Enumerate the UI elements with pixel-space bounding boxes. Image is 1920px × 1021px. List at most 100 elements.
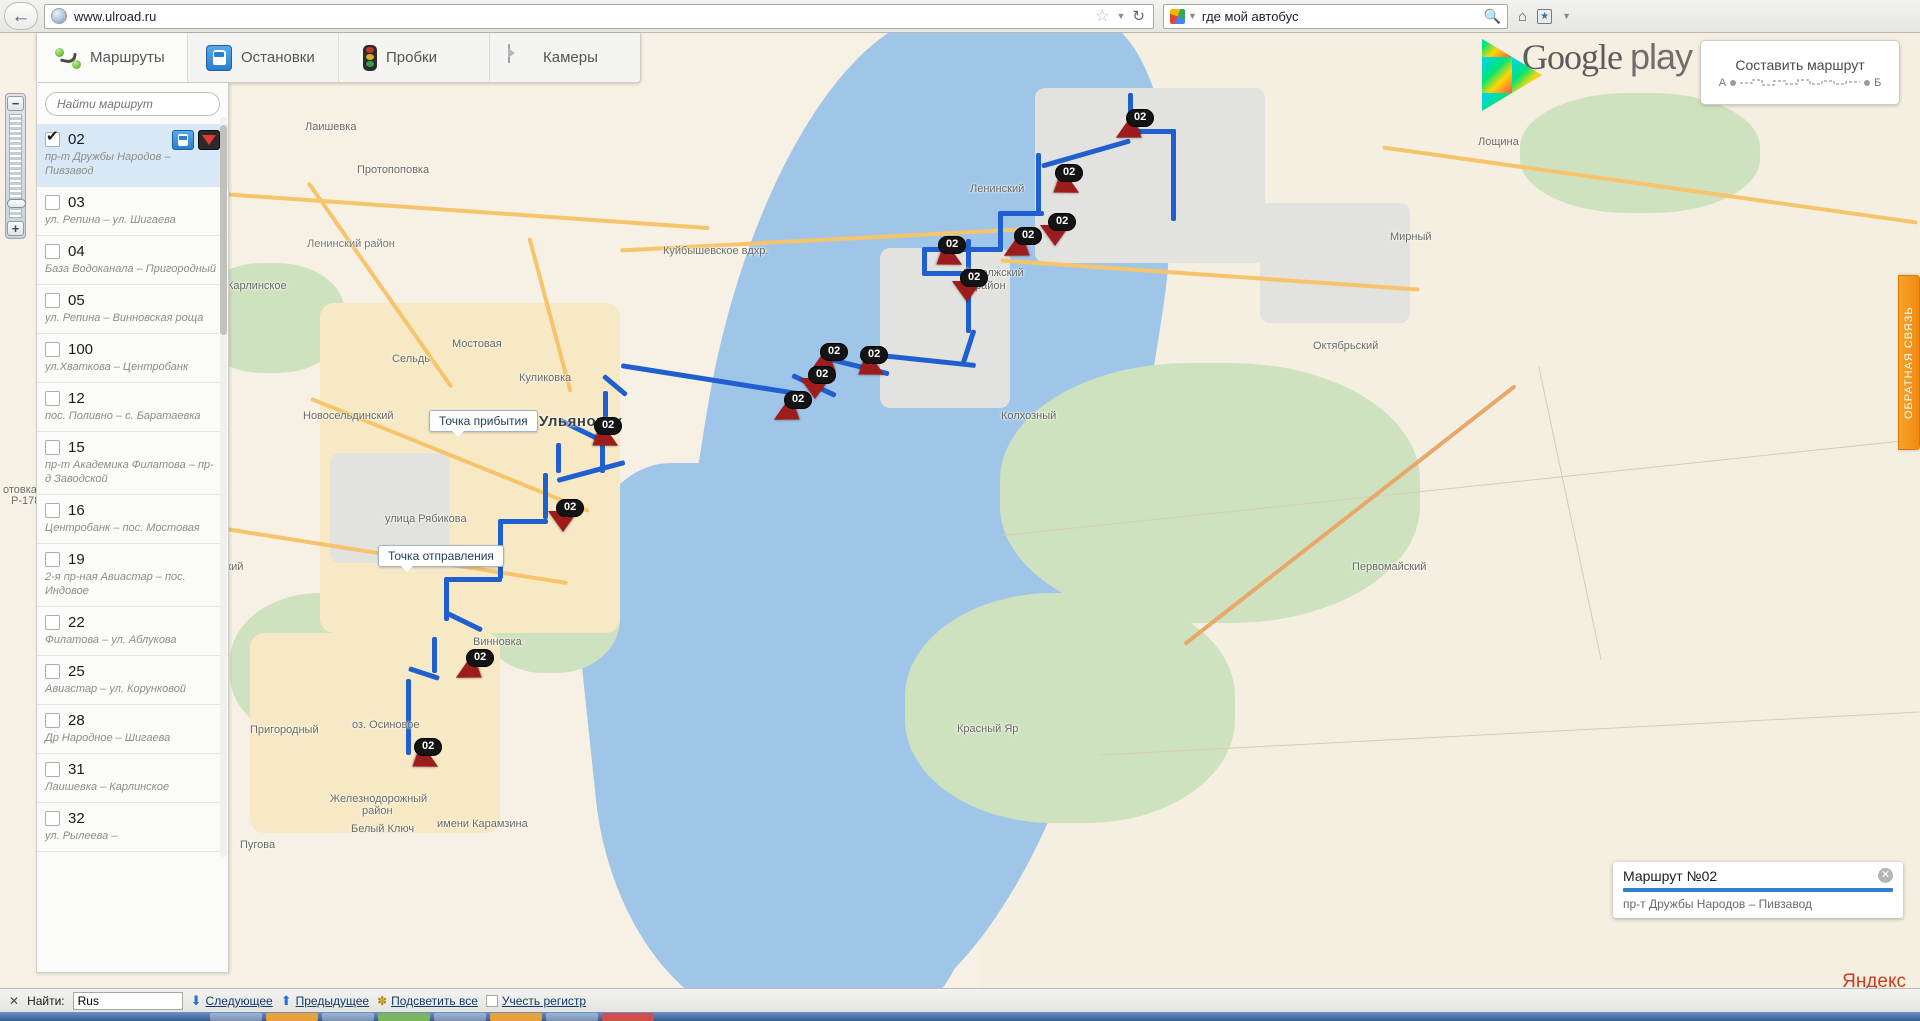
route-checkbox-03[interactable]: [45, 195, 60, 210]
route-checkbox-16[interactable]: [45, 503, 60, 518]
taskbar-item[interactable]: [266, 1012, 318, 1021]
google-play-word1: Google: [1522, 37, 1623, 77]
back-button[interactable]: ←: [4, 2, 38, 30]
zoom-out-button[interactable]: −: [7, 96, 24, 111]
route-list-item-12[interactable]: 12 пос. Поливно – с. Баратаевка: [37, 383, 228, 432]
main-nav-tabs: Маршруты Остановки Пробки Камеры: [36, 33, 641, 83]
bus-number-badge: 02: [1014, 227, 1043, 245]
route-number: 16: [68, 502, 85, 519]
match-case-checkbox[interactable]: Учесть регистр: [485, 994, 586, 1008]
address-bar[interactable]: www.ulroad.ru ☆ ▼ ↻: [44, 3, 1154, 29]
route-description: Лаишевка – Карлинское: [45, 781, 170, 793]
bookmarks-icon[interactable]: ★: [1537, 8, 1553, 24]
route-info-title: Маршрут №02: [1623, 868, 1718, 884]
find-close-icon[interactable]: ✕: [9, 994, 19, 1008]
map-label: Сельдь: [392, 353, 430, 365]
find-next-button[interactable]: ⬇ Следующее: [191, 993, 273, 1009]
route-list-item-03[interactable]: 03 ул. Репина – ул. Шигаева: [37, 187, 228, 236]
taskbar-item[interactable]: [546, 1012, 598, 1021]
map-canvas[interactable]: Лаишевка Протопоповка Ленинский район Ленин…: [0, 33, 1920, 988]
map-zoom-control[interactable]: − +: [5, 93, 26, 239]
taskbar: [0, 1012, 1920, 1021]
tab-cameras[interactable]: Камеры: [490, 33, 640, 82]
taskbar-item[interactable]: [434, 1012, 486, 1021]
find-next-label: Следующее: [205, 993, 273, 1008]
google-play-badge[interactable]: Google play: [1482, 36, 1693, 78]
map-label: Карлинское: [227, 280, 287, 292]
bus-number-badge: 02: [1055, 164, 1084, 182]
route-checkbox-25[interactable]: [45, 664, 60, 679]
map-label: Винновка: [473, 636, 522, 648]
route-checkbox-28[interactable]: [45, 713, 60, 728]
sidebar-scrollbar[interactable]: [220, 117, 227, 857]
tab-stops[interactable]: Остановки: [188, 33, 339, 82]
route-number: 05: [68, 292, 85, 309]
google-play-icon: [1482, 39, 1512, 75]
route-list-item-28[interactable]: 28 Др Народное – Шигаева: [37, 705, 228, 754]
map-label: Ленинский: [970, 183, 1025, 195]
browser-window: ← www.ulroad.ru ☆ ▼ ↻ ▼ где мой автобус …: [0, 0, 1920, 1021]
route-checkbox-19[interactable]: [45, 552, 60, 567]
reload-icon[interactable]: ↻: [1132, 7, 1145, 25]
bus-number-badge: 02: [1126, 109, 1155, 127]
zoom-in-button[interactable]: +: [7, 221, 24, 236]
find-previous-button[interactable]: ⬆ Предыдущее: [281, 993, 369, 1009]
route-list-item-25[interactable]: 25 Авиастар – ул. Корунковой: [37, 656, 228, 705]
route-list-item-31[interactable]: 31 Лаишевка – Карлинское: [37, 754, 228, 803]
route-checkbox-32[interactable]: [45, 811, 60, 826]
taskbar-item[interactable]: [322, 1012, 374, 1021]
bookmarks-chevron-icon[interactable]: ▼: [1562, 11, 1571, 21]
build-route-panel[interactable]: Составить маршрут А Б: [1700, 40, 1900, 105]
route-checkbox-05[interactable]: [45, 293, 60, 308]
bus-icon[interactable]: [172, 130, 194, 150]
route-list-item-04[interactable]: 04 База Водоканала – Пригородный: [37, 236, 228, 285]
route-dash-icon: [1740, 79, 1861, 86]
route-list-item-02[interactable]: 02 пр-т Дружбы Народов – Пивзавод: [37, 124, 228, 187]
route-list-item-22[interactable]: 22 Филатова – ул. Аблукова: [37, 607, 228, 656]
map-green-area: [905, 593, 1235, 823]
browser-search-box[interactable]: ▼ где мой автобус 🔍: [1163, 3, 1508, 29]
highlight-all-button[interactable]: ✽ Подсветить все: [377, 994, 478, 1008]
star-icon[interactable]: ☆: [1095, 6, 1109, 26]
route-checkbox-02[interactable]: [45, 129, 60, 147]
sidebar-scrollbar-thumb[interactable]: [220, 125, 227, 335]
taskbar-item[interactable]: [602, 1012, 654, 1021]
route-number: 19: [68, 551, 85, 568]
bus-number-badge: 02: [784, 391, 813, 409]
map-label: Пригородный: [250, 724, 319, 736]
home-icon[interactable]: ⌂: [1518, 8, 1527, 25]
route-list-item-19[interactable]: 19 2-я пр-ная Авиастар – пос. Индовое: [37, 544, 228, 607]
route-list-item-05[interactable]: 05 ул. Репина – Винновская роща: [37, 285, 228, 334]
route-list-item-16[interactable]: 16 Центробанк – пос. Мостовая: [37, 495, 228, 544]
taskbar-item[interactable]: [210, 1012, 262, 1021]
route-list-item-15[interactable]: 15 пр-т Академика Филатова – пр-д Заводск…: [37, 432, 228, 495]
route-list-item-100[interactable]: 100 ул.Хваткова – Центробанк: [37, 334, 228, 383]
search-engine-chevron-icon[interactable]: ▼: [1188, 11, 1197, 21]
route-description: пр-т Дружбы Народов – Пивзавод: [45, 151, 171, 177]
route-checkbox-100[interactable]: [45, 342, 60, 357]
route-search-input[interactable]: [45, 92, 220, 116]
filter-icon[interactable]: [198, 130, 220, 150]
zoom-slider-handle[interactable]: [7, 199, 26, 208]
route-list[interactable]: 02 пр-т Дружбы Народов – Пивзавод 03 ул. Ре…: [37, 124, 228, 972]
tab-traffic[interactable]: Пробки: [339, 33, 490, 82]
feedback-tab[interactable]: ОБРАТНАЯ СВЯЗЬ: [1898, 275, 1920, 450]
route-checkbox-04[interactable]: [45, 244, 60, 259]
route-checkbox-22[interactable]: [45, 615, 60, 630]
bus-number-badge: 02: [594, 417, 623, 435]
route-checkbox-31[interactable]: [45, 762, 60, 777]
taskbar-item[interactable]: [490, 1012, 542, 1021]
close-icon[interactable]: ✕: [1878, 868, 1893, 883]
chevron-down-icon[interactable]: ▼: [1117, 11, 1126, 21]
route-description: Центробанк – пос. Мостовая: [45, 522, 200, 534]
magnifier-icon[interactable]: 🔍: [1484, 8, 1501, 25]
route-checkbox-12[interactable]: [45, 391, 60, 406]
route-list-item-32[interactable]: 32 ул. Рылеева –: [37, 803, 228, 852]
route-number: 100: [68, 341, 94, 358]
route-checkbox-15[interactable]: [45, 440, 60, 455]
map-label: Куликовка: [519, 372, 572, 384]
taskbar-item[interactable]: [378, 1012, 430, 1021]
bus-number-badge: 02: [466, 649, 495, 667]
tab-routes[interactable]: Маршруты: [37, 33, 188, 82]
find-input[interactable]: [72, 991, 183, 1010]
